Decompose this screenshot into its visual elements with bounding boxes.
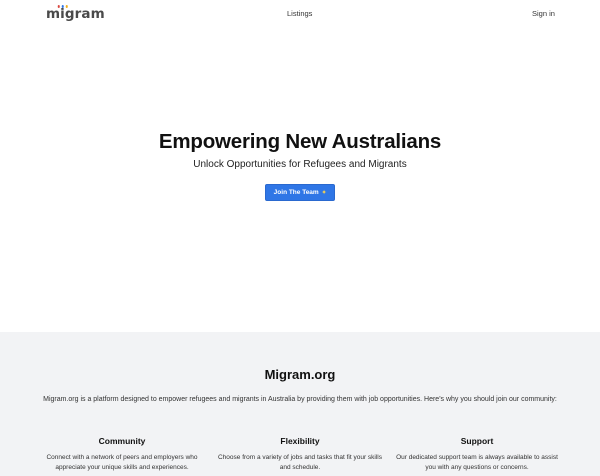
about-intro: Migram.org is a platform designed to emp… [43,396,557,403]
logo-dots [57,5,68,8]
navbar: m igram Listings Sign in [0,0,600,28]
feature-text: Connect with a network of peers and empl… [46,454,198,471]
logo-text: m igram [46,5,105,22]
nav-signin-link[interactable]: Sign in [532,9,555,18]
join-team-label: Join The Team [273,189,319,196]
feature-title: Community [98,436,146,446]
logo-dot-blue [61,5,64,8]
join-team-button[interactable]: Join The Team ✦ [265,184,335,201]
about-title: Migram.org [264,367,336,382]
logo[interactable]: m igram [46,5,105,22]
feature-support: Support Our dedicated support team is al… [392,436,562,473]
hero-section: Empowering New Australians Unlock Opport… [0,28,600,332]
nav-listings-link[interactable]: Listings [287,9,312,18]
about-section: Migram.org Migram.org is a platform desi… [0,332,600,476]
logo-dot-red [57,5,60,8]
feature-title: Flexibility [280,436,320,446]
feature-text: Choose from a variety of jobs and tasks … [217,454,382,471]
hero-title: Empowering New Australians [158,130,442,153]
feature-title: Support [460,436,494,446]
logo-dot-yellow [65,5,68,8]
hero-subtitle: Unlock Opportunities for Refugees and Mi… [193,159,407,170]
feature-text: Our dedicated support team is always ava… [396,454,558,471]
feature-community: Community Connect with a network of peer… [37,436,207,473]
feature-flexibility: Flexibility Choose from a variety of job… [215,436,385,473]
sparkle-icon: ✦ [321,189,327,196]
